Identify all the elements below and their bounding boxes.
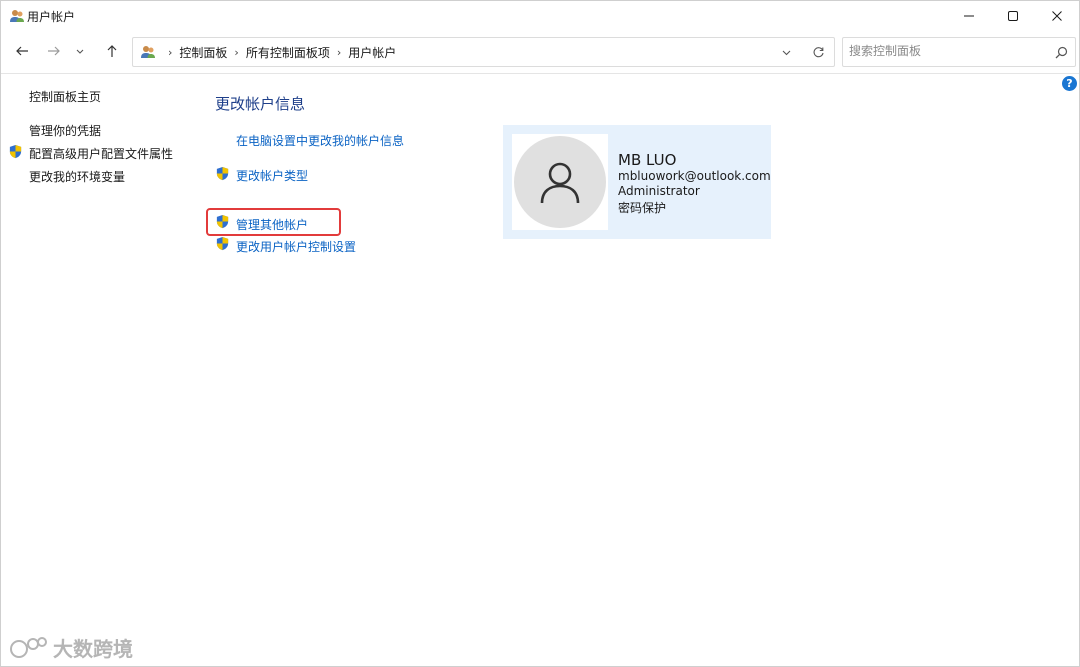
back-button[interactable] bbox=[9, 39, 35, 63]
search-input[interactable] bbox=[849, 42, 1044, 60]
watermark-logo-icon bbox=[10, 636, 47, 658]
sidebar-item-advanced-profile-properties[interactable]: 配置高级用户配置文件属性 bbox=[29, 145, 173, 162]
uac-shield-icon bbox=[216, 214, 229, 229]
arrow-left-icon bbox=[16, 46, 28, 56]
link-change-uac-settings[interactable]: 更改用户帐户控制设置 bbox=[236, 238, 356, 255]
refresh-button[interactable] bbox=[810, 44, 826, 60]
breadcrumb-separator-icon: › bbox=[234, 46, 239, 59]
user-accounts-window: 用户帐户 › 控制面板 › 所有控制面板项 › 用户帐户 搜索控制面板 控制面板… bbox=[0, 0, 1080, 667]
address-bar[interactable]: › 控制面板 › 所有控制面板项 › 用户帐户 bbox=[132, 37, 835, 67]
recent-locations-button[interactable] bbox=[71, 39, 89, 63]
user-accounts-icon bbox=[10, 10, 24, 22]
account-name: MB LUO bbox=[618, 151, 677, 169]
breadcrumb-user-accounts[interactable]: 用户帐户 bbox=[348, 44, 396, 61]
search-icon bbox=[1055, 46, 1067, 58]
page-title: 更改帐户信息 bbox=[215, 95, 306, 113]
breadcrumb-separator-icon: › bbox=[336, 46, 342, 59]
account-role: Administrator bbox=[618, 184, 700, 198]
title-bar: 用户帐户 bbox=[1, 1, 1079, 31]
breadcrumb-all-items[interactable]: 所有控制面板项 bbox=[246, 44, 330, 61]
close-button[interactable] bbox=[1035, 1, 1079, 31]
link-manage-other-accounts[interactable]: 管理其他帐户 bbox=[236, 216, 308, 233]
uac-shield-icon bbox=[216, 236, 229, 251]
watermark: 大数跨境 bbox=[9, 633, 133, 662]
arrow-up-icon bbox=[107, 45, 117, 57]
user-icon bbox=[540, 162, 580, 204]
arrow-right-icon bbox=[48, 46, 60, 56]
breadcrumb: › 控制面板 › 所有控制面板项 › 用户帐户 bbox=[161, 44, 396, 61]
user-accounts-icon bbox=[141, 46, 155, 58]
window-title: 用户帐户 bbox=[27, 10, 76, 24]
uac-shield-icon bbox=[216, 166, 229, 181]
maximize-button[interactable] bbox=[991, 1, 1035, 31]
sidebar-item-manage-credentials[interactable]: 管理你的凭据 bbox=[29, 122, 101, 139]
close-icon bbox=[1052, 11, 1062, 21]
navigation-bar: › 控制面板 › 所有控制面板项 › 用户帐户 bbox=[1, 31, 1079, 74]
account-protection: 密码保护 bbox=[618, 201, 667, 215]
account-card: MB LUO mbluowork@outlook.com Administrat… bbox=[503, 125, 771, 239]
link-change-account-info-in-settings[interactable]: 在电脑设置中更改我的帐户信息 bbox=[236, 132, 404, 149]
link-change-account-type[interactable]: 更改帐户类型 bbox=[236, 167, 308, 184]
minimize-button[interactable] bbox=[947, 1, 991, 31]
avatar-frame bbox=[512, 134, 608, 230]
search-box[interactable] bbox=[842, 37, 1076, 67]
breadcrumb-control-panel[interactable]: 控制面板 bbox=[179, 44, 227, 61]
sidebar-item-environment-variables[interactable]: 更改我的环境变量 bbox=[29, 168, 125, 185]
chevron-down-icon bbox=[782, 50, 790, 55]
refresh-icon bbox=[813, 46, 824, 57]
minimize-icon bbox=[964, 15, 974, 17]
account-email: mbluowork@outlook.com bbox=[618, 169, 771, 183]
address-dropdown-button[interactable] bbox=[778, 44, 794, 60]
avatar bbox=[514, 136, 606, 228]
uac-shield-icon bbox=[9, 144, 22, 159]
chevron-down-icon bbox=[76, 49, 84, 54]
search-button[interactable] bbox=[1053, 44, 1069, 60]
help-button[interactable]: ? bbox=[1062, 76, 1077, 91]
up-button[interactable] bbox=[99, 39, 125, 63]
maximize-icon bbox=[1008, 11, 1018, 21]
breadcrumb-separator-icon: › bbox=[168, 46, 173, 59]
watermark-text: 大数跨境 bbox=[53, 637, 133, 661]
sidebar-item-control-panel-home[interactable]: 控制面板主页 bbox=[29, 88, 101, 105]
forward-button[interactable] bbox=[41, 39, 67, 63]
